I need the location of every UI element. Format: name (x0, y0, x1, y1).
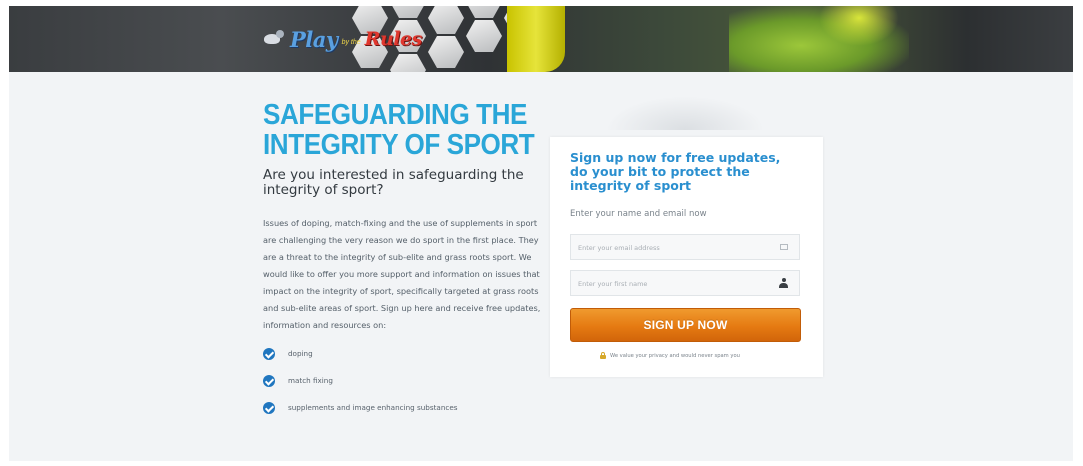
headline-line-1: SAFEGUARDING THE (263, 99, 527, 131)
intro-subhead: Are you interested in safeguarding the i… (263, 167, 524, 198)
privacy-note: We value your privacy and would never sp… (600, 352, 800, 359)
logo-mark-icon (264, 30, 286, 48)
check-circle-icon (263, 401, 275, 414)
intro-body: Issues of doping, match-fixing and the u… (263, 218, 541, 330)
boot-sole (507, 6, 565, 72)
page-frame: Play by the Rules SAFEGUARDING THE INTEG… (9, 6, 1073, 461)
lock-icon (600, 352, 606, 359)
check-circle-icon (263, 347, 275, 360)
logo-word-rules: Rules (364, 28, 423, 50)
glove-highlight (819, 6, 899, 46)
envelope-icon (780, 244, 788, 250)
first-name-input[interactable] (578, 277, 768, 290)
list-item-label: supplements and image enhancing substanc… (288, 403, 458, 412)
list-item: doping (263, 340, 548, 367)
name-field-wrapper (570, 270, 800, 296)
user-icon (779, 278, 788, 289)
list-item: supplements and image enhancing substanc… (263, 394, 548, 421)
email-field-wrapper (570, 234, 800, 260)
page-headline: SAFEGUARDING THE INTEGRITY OF SPORT (263, 100, 551, 160)
privacy-text: We value your privacy and would never sp… (610, 352, 740, 359)
check-circle-icon (263, 374, 275, 387)
form-subtitle: Enter your name and email now (570, 209, 707, 219)
card-shadow (605, 96, 765, 130)
logo-word-by: by the (341, 38, 361, 46)
signup-form-card: Sign up now for free updates, do your bi… (550, 137, 823, 377)
email-input[interactable] (578, 241, 768, 254)
logo-word-play: Play (290, 26, 338, 52)
topic-list: doping match fixing supplements and imag… (263, 340, 548, 421)
form-title: Sign up now for free updates, do your bi… (570, 150, 781, 193)
list-item: match fixing (263, 367, 548, 394)
intro-section: SAFEGUARDING THE INTEGRITY OF SPORT Are … (263, 100, 548, 421)
sign-up-button[interactable]: SIGN UP NOW (570, 308, 801, 342)
play-by-the-rules-logo[interactable]: Play by the Rules (264, 24, 422, 54)
list-item-label: match fixing (288, 376, 333, 385)
list-item-label: doping (288, 349, 313, 358)
hero-banner: Play by the Rules (9, 6, 1073, 72)
headline-line-2: INTEGRITY OF SPORT (263, 129, 535, 161)
